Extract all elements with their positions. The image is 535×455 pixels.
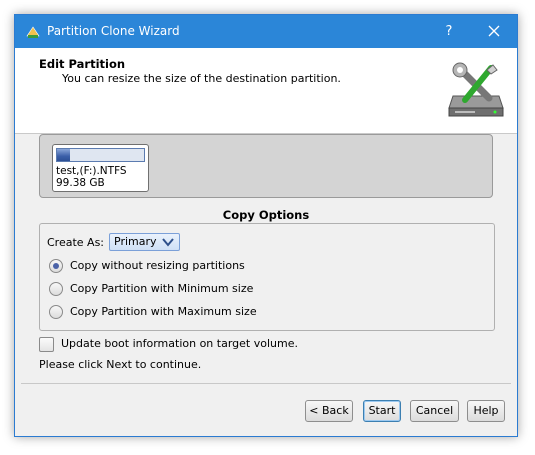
create-as-select[interactable]: Primary xyxy=(109,233,180,251)
cancel-button[interactable]: Cancel xyxy=(410,400,459,422)
back-button[interactable]: < Back xyxy=(305,400,353,422)
app-icon xyxy=(25,24,41,40)
disk-map: test,(F:).NTFS 99.38 GB xyxy=(39,134,493,198)
radio-label: Copy Partition with Maximum size xyxy=(70,305,257,318)
title-bar[interactable]: Partition Clone Wizard ? xyxy=(15,15,517,48)
window-title: Partition Clone Wizard xyxy=(47,24,180,38)
radio-selected-dot xyxy=(53,263,59,269)
partition-usage-bar xyxy=(56,148,145,162)
partition-name: test,(F:).NTFS xyxy=(56,165,127,177)
close-button[interactable] xyxy=(471,15,517,48)
radio-label: Copy without resizing partitions xyxy=(70,259,245,272)
radio-button[interactable] xyxy=(49,305,63,319)
partition-size: 99.38 GB xyxy=(56,177,105,189)
radio-label: Copy Partition with Minimum size xyxy=(70,282,254,295)
divider xyxy=(21,383,511,384)
close-icon xyxy=(488,25,500,37)
help-button[interactable]: Help xyxy=(467,400,505,422)
copy-options-title: Copy Options xyxy=(222,208,310,222)
title-help-button[interactable]: ? xyxy=(427,15,471,48)
wizard-header: Edit Partition You can resize the size o… xyxy=(15,48,517,134)
instruction-text: Please click Next to continue. xyxy=(39,358,202,371)
create-as-label: Create As: xyxy=(47,236,105,249)
create-as-value: Primary xyxy=(114,235,157,248)
start-button[interactable]: Start xyxy=(363,400,401,422)
wizard-window: Partition Clone Wizard ? Edit Partition … xyxy=(14,14,518,437)
radio-button[interactable] xyxy=(49,259,63,273)
radio-button[interactable] xyxy=(49,282,63,296)
disk-wrench-icon xyxy=(447,62,505,123)
update-boot-label: Update boot information on target volume… xyxy=(61,337,298,350)
partition-block[interactable]: test,(F:).NTFS 99.38 GB xyxy=(52,144,149,192)
partition-usage-fill xyxy=(57,149,71,161)
chevron-down-icon xyxy=(162,237,174,250)
update-boot-checkbox[interactable] xyxy=(39,337,54,352)
header-title: Edit Partition xyxy=(39,57,126,71)
header-subtitle: You can resize the size of the destinati… xyxy=(62,72,341,85)
